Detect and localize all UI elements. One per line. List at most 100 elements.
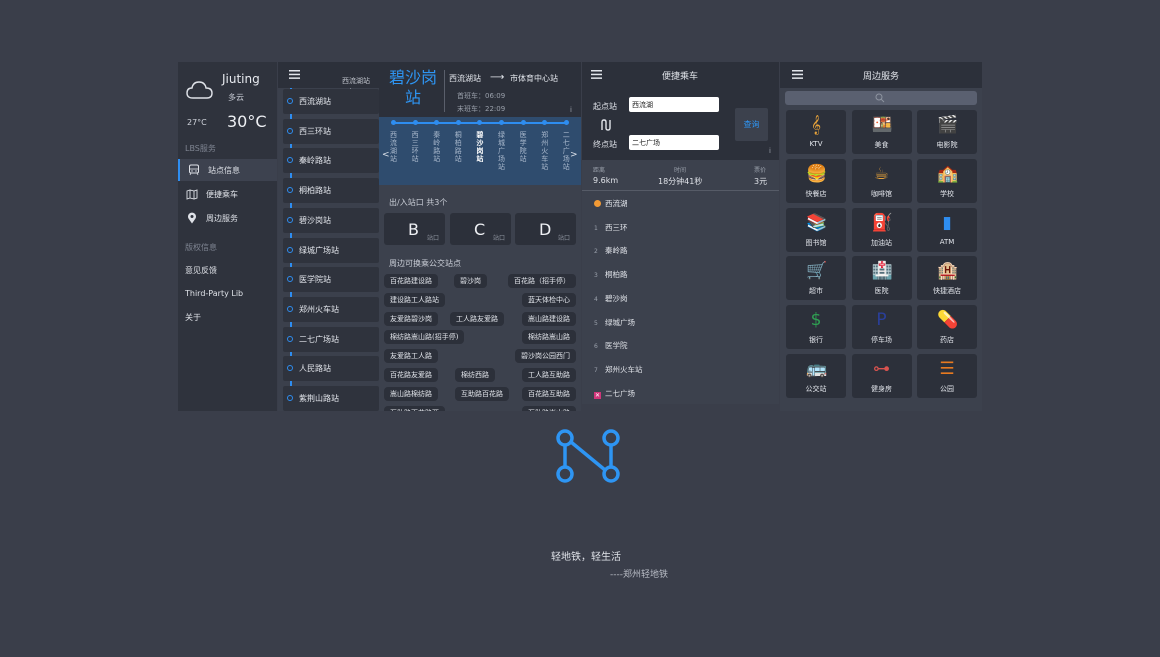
strip-station-label[interactable]: 西三环站 [411, 131, 420, 163]
service-hospital-button[interactable]: 🏥 医院 [851, 256, 912, 301]
query-button[interactable]: 查询 [735, 108, 768, 141]
exit-sub: 站口 [493, 235, 506, 242]
service-music-note-button[interactable]: 𝄞 KTV [786, 110, 846, 154]
service-dumbbell-button[interactable]: ⊶ 健身房 [851, 354, 912, 398]
route-path-item: 西流湖 [594, 198, 628, 209]
station-label: 西流湖站 [299, 97, 331, 106]
bus-stop-tag[interactable]: 工人路友爱路 [450, 311, 504, 326]
service-cinema-button[interactable]: 🎬 电影院 [917, 110, 977, 154]
swap-icon[interactable] [599, 119, 613, 131]
station-list-item[interactable]: 西流湖站 [283, 89, 379, 114]
bus-stop-tag[interactable]: 互助路百花路西 [384, 405, 445, 411]
station-list-item[interactable]: 碧沙岗站 [283, 207, 379, 233]
menu-icon[interactable] [591, 70, 602, 79]
sidebar-item-station-info[interactable]: 站点信息 [178, 159, 277, 181]
station-dot [287, 98, 293, 104]
exit-c-button[interactable]: C 站口 [450, 213, 511, 245]
station-list-item[interactable]: 西三环站 [283, 118, 379, 144]
strip-station-label[interactable]: 秦岭路站 [432, 131, 441, 163]
bus-stop-tag[interactable]: 碧沙岗 [454, 274, 487, 288]
path-step-number: 3 [594, 272, 598, 280]
bus-stop-tag[interactable]: 百花路（招手停） [508, 274, 576, 288]
bus-stop-tag[interactable]: 百花路互助路 [522, 386, 576, 401]
sidebar-item-easy-ride[interactable]: 便捷乘车 [178, 183, 277, 205]
exits-title: 出/入站口 共3个 [389, 198, 448, 207]
bus-stop-tag[interactable]: 棉纺路嵩山路(招手停) [384, 330, 465, 345]
service-bench-button[interactable]: ☰ 公园 [917, 354, 977, 398]
strip-station-label[interactable]: 碧沙岗站 [475, 131, 484, 163]
bus-stop-tag[interactable]: 友爱路碧沙岗 [384, 311, 438, 326]
from-station-input[interactable] [629, 97, 719, 112]
station-list-item[interactable]: 郑州火车站 [283, 296, 379, 322]
sidebar-item-nearby[interactable]: 周边服务 [178, 207, 277, 229]
info-icon[interactable]: i [769, 147, 771, 155]
service-parking-button[interactable]: P 停车场 [851, 305, 912, 350]
bus-stop-tag[interactable]: 嵩山路建设路 [522, 311, 576, 326]
path-station-name: 郑州火车站 [605, 364, 643, 374]
search-input[interactable] [785, 91, 977, 105]
strip-station-label[interactable]: 医学院站 [519, 131, 528, 163]
chevron-right-icon[interactable]: > [570, 150, 578, 160]
strip-station-label[interactable]: 西流湖站 [389, 131, 398, 163]
bus-stop-tag[interactable]: 友爱路工人路 [384, 349, 438, 364]
path-station-name: 桐柏路 [605, 270, 628, 280]
sidebar-item-label: 周边服务 [206, 213, 238, 223]
strip-station-dot [455, 120, 461, 125]
route-path-item: 2 秦岭路 [594, 245, 628, 256]
service-school-button[interactable]: 🏫 学校 [917, 158, 977, 203]
station-list-item[interactable]: 秦岭路站 [283, 148, 379, 174]
station-list-item[interactable]: 二七广场站 [283, 326, 379, 352]
service-atm-button[interactable]: ▮ ATM [917, 207, 977, 252]
bus-stop-tag[interactable]: 百花路建设路 [384, 274, 438, 288]
service-library-button[interactable]: 📚 图书馆 [786, 207, 846, 252]
strip-station-label[interactable]: 桐柏路站 [454, 131, 463, 163]
bus-stop-tag[interactable]: 蓝天体检中心 [522, 292, 576, 307]
route-query-form: 起点站 终点站 查询 i [582, 88, 779, 160]
service-burger-button[interactable]: 🍔 快餐店 [786, 158, 846, 203]
bus-stop-tag[interactable]: 嵩山路棉纺路 [384, 386, 438, 401]
about-link[interactable]: 关于 [185, 312, 201, 323]
strip-station-label[interactable]: 郑州火车站 [540, 131, 549, 171]
station-list-item[interactable]: 桐柏路站 [283, 178, 379, 204]
service-coffee-button[interactable]: ☕ 咖啡馆 [851, 158, 912, 203]
service-label: 公园 [940, 385, 954, 393]
end-marker-icon: ✕ [594, 391, 601, 399]
info-icon[interactable]: i [570, 106, 572, 114]
service-dollar-button[interactable]: $ 银行 [786, 305, 846, 350]
exit-b-button[interactable]: B 站口 [384, 213, 445, 245]
to-station-input[interactable] [629, 135, 719, 150]
service-label: 医院 [874, 287, 889, 296]
bus-stop-tag[interactable]: 工人路互助路 [522, 368, 576, 382]
menu-icon[interactable] [792, 70, 803, 79]
strip-station-dot [434, 120, 440, 125]
bus-stop-tag[interactable]: 碧沙岗公园西门 [515, 349, 576, 364]
parking-icon: P [876, 310, 887, 331]
strip-station-label[interactable]: 二七广场站 [562, 131, 571, 171]
feedback-link[interactable]: 意见反馈 [185, 265, 217, 276]
service-food-button[interactable]: 🍱 美食 [851, 110, 912, 154]
time-label: 时间 [674, 167, 687, 174]
school-icon: 🏫 [937, 163, 959, 184]
strip-station-label[interactable]: 绿城广场站 [497, 131, 506, 171]
service-cart-button[interactable]: 🛒 超市 [786, 256, 846, 301]
exit-d-button[interactable]: D 站口 [515, 213, 576, 245]
service-hotel-button[interactable]: 🏨 快捷酒店 [917, 256, 977, 301]
menu-icon[interactable] [289, 70, 300, 79]
station-list-item[interactable]: 人民路站 [283, 356, 379, 382]
service-pill-button[interactable]: 💊 药店 [917, 305, 977, 350]
bus-stop-tag[interactable]: 百花路友爱路 [384, 368, 438, 382]
bus-stop-tag[interactable]: 棉纺西路 [455, 368, 495, 382]
service-gas-station-button[interactable]: ⛽ 加油站 [851, 207, 912, 252]
third-party-link[interactable]: Third-Party Lib [185, 289, 243, 298]
cart-icon: 🛒 [806, 261, 828, 282]
station-list-item[interactable]: 绿城广场站 [283, 237, 379, 263]
bus-stop-tag[interactable]: 建设路工人路站 [384, 292, 445, 307]
service-bus-button[interactable]: 🚌 公交站 [786, 354, 846, 398]
bus-stop-tag[interactable]: 互助路嵩山路 [522, 405, 576, 411]
service-label: 加油站 [871, 238, 892, 247]
bus-stop-tag[interactable]: 互助路百花路 [455, 386, 509, 401]
station-list-item[interactable]: 医学院站 [283, 267, 379, 293]
service-label: 超市 [809, 287, 823, 296]
bus-stop-tag[interactable]: 棉纺路嵩山路 [522, 330, 576, 345]
station-list-item[interactable]: 紫荆山路站 [283, 386, 379, 411]
